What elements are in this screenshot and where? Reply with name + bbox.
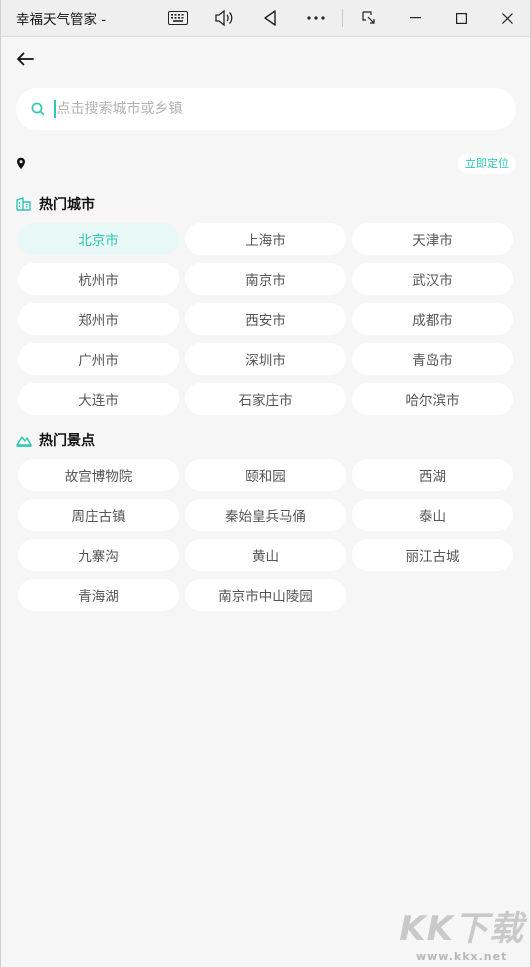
city-chip[interactable]: 深圳市 [185,343,346,375]
snap-window-icon [362,11,375,24]
arrow-left-icon [17,52,34,66]
title-bar-controls [155,0,530,37]
minimize-button[interactable] [392,0,438,37]
snap-button[interactable] [346,0,392,37]
more-dots-icon [307,16,325,20]
locate-now-button[interactable]: 立即定位 [458,152,516,174]
scenic-spot-chip[interactable]: 秦始皇兵马俑 [185,499,346,531]
city-chip[interactable]: 石家庄市 [185,383,346,415]
close-icon [501,12,513,24]
maximize-button[interactable] [438,0,484,37]
scenic-spot-chip[interactable]: 故宫博物院 [18,459,179,491]
triangle-back-icon [264,10,276,26]
hot-spots-grid: 故宫博物院 颐和园 西湖周庄古镇 秦始皇兵马俑 泰山九寨沟 黄山 丽江古城青海湖 南京市中山陵… [18,459,514,611]
city-building-icon [16,197,31,211]
hot-cities-grid: 北京市 上海市 天津市杭州市 南京市 武汉市郑州市 西安市 成都市广州市 深圳市 青岛市大连市石… [18,223,514,415]
close-button[interactable] [484,0,530,37]
scenic-spot-chip[interactable]: 南京市中山陵园 [185,579,346,611]
minimize-icon [409,17,421,19]
scenic-spot-chip[interactable]: 丽江古城 [352,539,513,571]
keyboard-icon [168,11,188,25]
hot-spots-title: 热门景点 [39,433,95,449]
location-pin-icon [17,157,25,169]
hot-cities-header: 热门城市 [16,194,95,214]
city-chip[interactable]: 广州市 [18,343,179,375]
speaker-icon [215,9,233,27]
scenic-spot-chip[interactable]: 西湖 [352,459,513,491]
back-nav-button[interactable] [247,0,293,37]
maximize-icon [455,12,467,24]
scenic-spot-chip[interactable]: 泰山 [352,499,513,531]
watermark-logo: KK下载 [399,909,524,949]
watermark: KK下载 www.kkx.net [399,901,524,963]
search-input[interactable] [56,101,457,117]
search-bar[interactable] [16,88,516,130]
app-window: 幸福天气管家 - 点击搜索城市或乡镇 立即定位 热门城市 北京市 上海市 天津市… [0,0,531,967]
more-button[interactable] [293,0,339,37]
city-chip[interactable]: 青岛市 [352,343,513,375]
city-chip[interactable]: 北京市 [18,223,179,255]
mountain-icon [16,436,32,447]
scenic-spot-chip[interactable]: 周庄古镇 [18,499,179,531]
back-button[interactable] [13,47,37,71]
watermark-url: www.kkx.net [415,950,508,963]
title-bar-divider [342,9,343,27]
scenic-spot-chip[interactable]: 九寨沟 [18,539,179,571]
city-chip[interactable]: 西安市 [185,303,346,335]
city-chip[interactable]: 上海市 [185,223,346,255]
text-caret [54,100,56,118]
city-chip[interactable]: 天津市 [352,223,513,255]
keyboard-button[interactable] [155,0,201,37]
window-title: 幸福天气管家 - [16,12,107,28]
city-chip[interactable]: 成都市 [352,303,513,335]
city-chip[interactable]: 大连市 [18,383,179,415]
scenic-spot-chip[interactable]: 黄山 [185,539,346,571]
city-chip[interactable]: 武汉市 [352,263,513,295]
city-chip[interactable]: 杭州市 [18,263,179,295]
location-row: 立即定位 [16,152,516,174]
search-icon [31,102,45,116]
city-chip[interactable]: 南京市 [185,263,346,295]
scenic-spot-chip[interactable]: 青海湖 [18,579,179,611]
title-bar: 幸福天气管家 - [1,0,530,37]
volume-button[interactable] [201,0,247,37]
hot-cities-title: 热门城市 [39,197,95,213]
city-chip[interactable]: 郑州市 [18,303,179,335]
scenic-spot-chip[interactable]: 颐和园 [185,459,346,491]
hot-spots-header: 热门景点 [16,430,95,450]
city-chip[interactable]: 哈尔滨市 [352,383,513,415]
